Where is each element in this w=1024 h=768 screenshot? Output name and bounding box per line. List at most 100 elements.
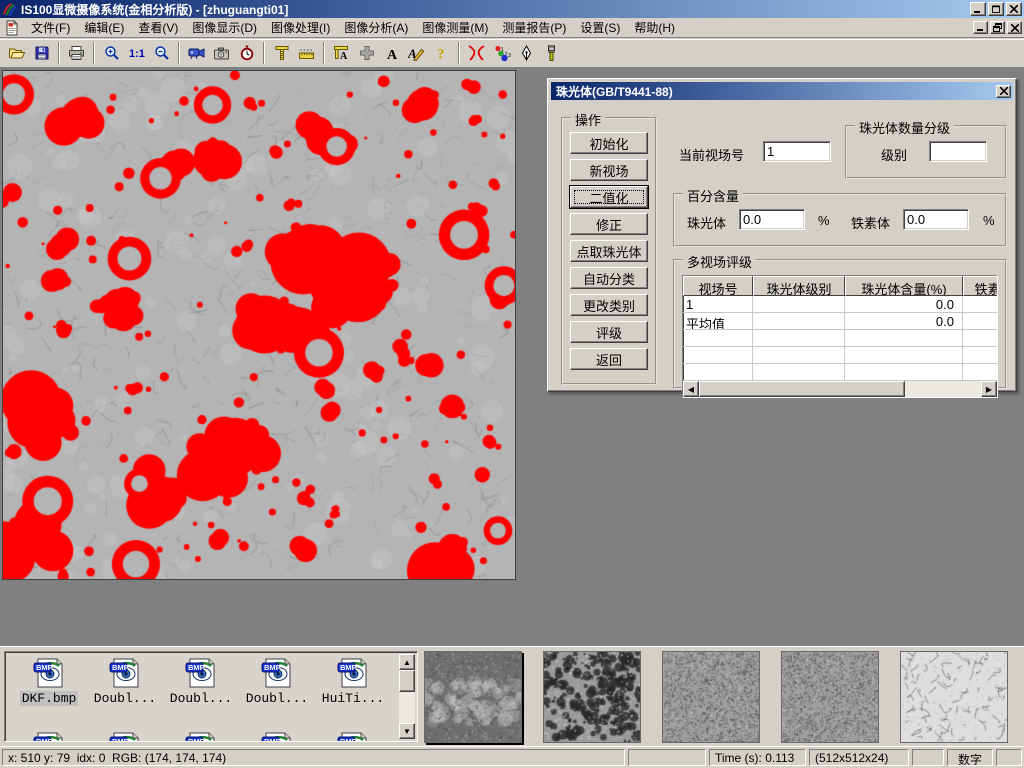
op-button-6[interactable]: 更改类别 [570,294,648,316]
file-item-1[interactable]: BMP Doubl... [87,657,163,706]
file-item-partial-3[interactable]: BMP [239,731,315,742]
op-button-7[interactable]: 评级 [570,321,648,343]
measure-text-button[interactable]: A [329,41,354,65]
menu-item-2[interactable]: 查看(V) [131,17,185,38]
mdi-close-button[interactable] [1007,21,1022,34]
rating-row-1[interactable]: 平均值0.0 [683,313,997,330]
thumbnail-1[interactable] [424,651,522,743]
text-label-button[interactable]: A [379,41,404,65]
mdi-close-icon [1011,24,1019,32]
thumbnail-3[interactable] [662,651,760,743]
thumbnail-4[interactable] [781,651,879,743]
ruler-button[interactable] [294,41,319,65]
op-button-5[interactable]: 自动分类 [570,267,648,289]
rating-row-2[interactable] [683,330,997,347]
menu-item-0[interactable]: 文件(F) [24,17,77,38]
rating-row-4[interactable] [683,364,997,381]
file-item-0[interactable]: BMP DKF.bmp [11,657,87,706]
video-capture-button[interactable] [184,41,209,65]
op-button-0[interactable]: 初始化 [570,132,648,154]
op-button-3[interactable]: 修正 [570,213,648,235]
print-icon [68,45,85,61]
scroll-right-button[interactable]: ▶ [981,381,997,397]
close-button[interactable] [1006,2,1022,16]
menu-item-1[interactable]: 编辑(E) [77,17,131,38]
rating-row-3[interactable] [683,347,997,364]
draw-pen-button[interactable] [514,41,539,65]
op-button-8[interactable]: 返回 [570,348,648,370]
ferrite-percent-input[interactable] [903,209,969,230]
metallographic-image[interactable] [3,71,515,579]
letter-a-icon: A [385,46,399,61]
op-button-label: 返回 [596,350,622,369]
actual-size-button[interactable]: 1:1 [124,41,149,65]
print-button[interactable] [64,41,89,65]
hscroll-thumb[interactable] [699,381,905,397]
rating-col-2[interactable]: 珠光体含量(%) [845,276,963,296]
image-merge-button[interactable] [354,41,379,65]
mdi-minimize-button[interactable] [973,21,988,34]
rating-cell [963,296,998,313]
dialog-close-button[interactable] [996,85,1011,98]
file-item-4[interactable]: BMP HuiTi... [315,657,391,706]
help-button[interactable]: ? [429,41,454,65]
caliper-measure-button[interactable] [269,41,294,65]
file-item-partial-0[interactable]: BMP [11,731,87,742]
toolbar-separator [458,42,460,64]
rating-table[interactable]: 视场号珠光体级别珠光体含量(%)铁素体 10.0平均值0.0 ◀ ▶ [682,275,998,398]
file-item-2[interactable]: BMP Doubl... [163,657,239,706]
thumbnail-5[interactable] [900,651,1008,743]
menu-item-5[interactable]: 图像分析(A) [337,17,415,38]
arrow-up-icon: ▲ [403,658,411,667]
file-browser[interactable]: BMP DKF.bmp BMP Doubl... BMP Doubl... BM… [4,651,418,742]
level-input[interactable] [929,141,987,162]
file-item-3[interactable]: BMP Doubl... [239,657,315,706]
pearlite-percent-input[interactable] [739,209,805,230]
scroll-up-button[interactable]: ▲ [399,654,415,670]
menu-item-8[interactable]: 设置(S) [573,17,627,38]
menu-item-6[interactable]: 图像测量(M) [415,17,495,38]
rating-cell [963,330,998,347]
rating-table-header[interactable]: 视场号珠光体级别珠光体含量(%)铁素体 [683,276,997,296]
rating-col-1[interactable]: 珠光体级别 [753,276,845,296]
scroll-left-button[interactable]: ◀ [683,381,699,397]
spline-curve-button[interactable] [464,41,489,65]
rating-col-3[interactable]: 铁素体 [963,276,998,296]
rating-col-0[interactable]: 视场号 [683,276,753,296]
dialog-title-bar[interactable]: 珠光体(GB/T9441-88) [551,82,1013,100]
maximize-button[interactable] [988,2,1004,16]
mdi-workspace: 珠光体(GB/T9441-88) 操作 初始化新视场二值化修正点取珠光体自动分类… [0,68,1024,646]
rating-row-0[interactable]: 10.0 [683,296,997,313]
file-item-partial-4[interactable]: BMP [315,731,391,742]
mdi-restore-button[interactable] [990,21,1005,34]
zoom-in-button[interactable] [99,41,124,65]
rating-cell [845,330,963,347]
menu-item-7[interactable]: 测量报告(P) [495,17,573,38]
vscroll-thumb[interactable] [399,670,415,692]
merge-grid-icon [359,45,375,61]
menu-item-9[interactable]: 帮助(H) [627,17,682,38]
op-button-4[interactable]: 点取珠光体 [570,240,648,262]
current-field-input[interactable] [763,141,831,162]
paint-brush-button[interactable] [539,41,564,65]
op-button-2[interactable]: 二值化 [570,186,648,208]
minimize-button[interactable] [970,2,986,16]
open-button[interactable] [4,41,29,65]
file-browser-vscrollbar[interactable]: ▲ ▼ [399,654,415,739]
snapshot-button[interactable] [209,41,234,65]
operations-group-label: 操作 [571,110,605,129]
op-button-1[interactable]: 新视场 [570,159,648,181]
zoom-out-button[interactable] [149,41,174,65]
thumbnail-2[interactable] [543,651,641,743]
timer-button[interactable] [234,41,259,65]
menu-item-4[interactable]: 图像处理(I) [264,17,337,38]
classify-points-button[interactable]: 123 [489,41,514,65]
file-name: Doubl... [168,691,234,706]
file-item-partial-2[interactable]: BMP [163,731,239,742]
menu-item-3[interactable]: 图像显示(D) [185,17,264,38]
edit-annotation-button[interactable]: A [404,41,429,65]
scroll-down-button[interactable]: ▼ [399,723,415,739]
file-item-partial-1[interactable]: BMP [87,731,163,742]
rating-table-hscrollbar[interactable]: ◀ ▶ [683,381,997,397]
save-button[interactable] [29,41,54,65]
